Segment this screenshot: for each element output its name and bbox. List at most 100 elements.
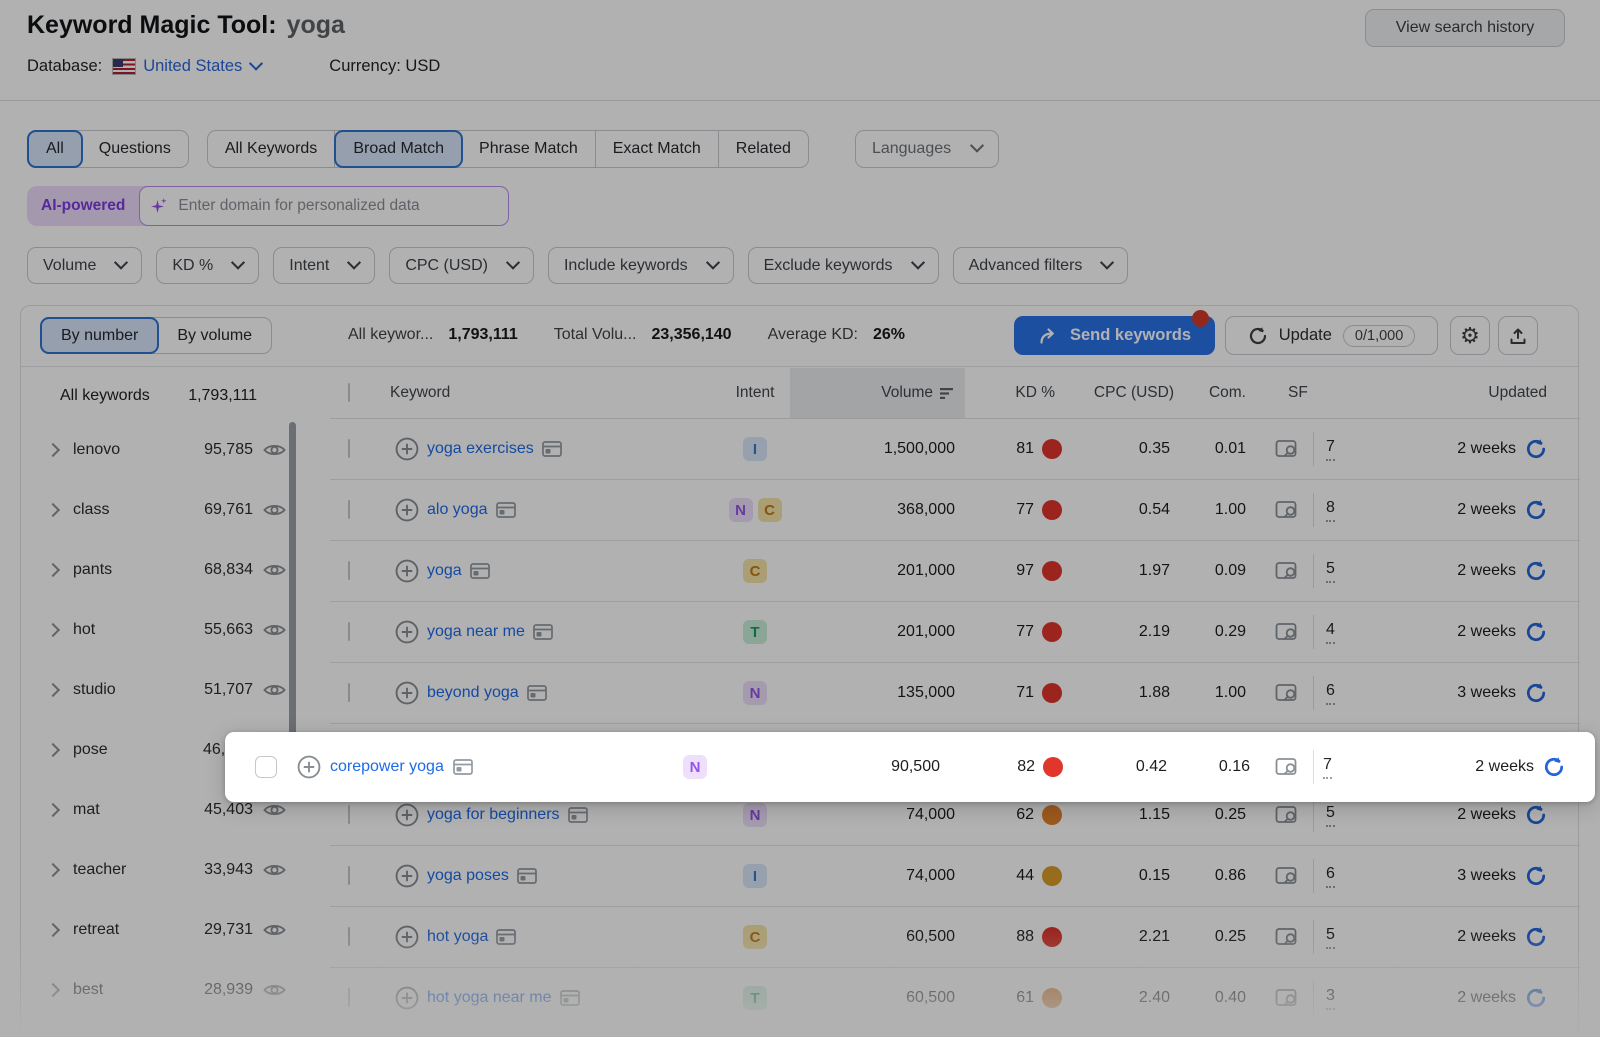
refresh-icon[interactable] [1525, 499, 1547, 521]
row-checkbox[interactable] [255, 756, 277, 778]
eye-icon[interactable] [263, 982, 286, 998]
serp-features-icon[interactable] [1275, 682, 1301, 704]
refresh-icon[interactable] [1525, 926, 1547, 948]
eye-icon[interactable] [263, 922, 286, 938]
tab-all[interactable]: All [27, 130, 83, 168]
refresh-icon[interactable] [1525, 682, 1547, 704]
keyword-link[interactable]: hot yoga [427, 928, 488, 946]
tab-phrase-match[interactable]: Phrase Match [462, 131, 596, 167]
add-keyword-icon[interactable] [395, 437, 419, 461]
keyword-card-icon[interactable] [470, 563, 490, 579]
row-checkbox[interactable] [348, 805, 350, 824]
keyword-link[interactable]: hot yoga near me [427, 989, 552, 1007]
tab-by-volume[interactable]: By volume [158, 318, 271, 353]
keyword-card-icon[interactable] [542, 441, 562, 457]
eye-icon[interactable] [263, 862, 286, 878]
keyword-link[interactable]: alo yoga [427, 501, 488, 519]
sidebar-group-best[interactable]: best 28,939 [20, 960, 300, 1020]
tab-questions[interactable]: Questions [82, 131, 188, 167]
refresh-icon[interactable] [1525, 438, 1547, 460]
sidebar-scrollbar-thumb[interactable] [289, 422, 296, 785]
table-row-beyond-yoga[interactable]: beyond yoga N 135,000 71 1.88 1.00 6 3 w… [330, 663, 1580, 724]
serp-features-icon[interactable] [1275, 987, 1301, 1009]
sidebar-group-class[interactable]: class 69,761 [20, 480, 300, 540]
refresh-icon[interactable] [1543, 756, 1565, 778]
sidebar-all-keywords[interactable]: All keywords 1,793,111 [20, 372, 300, 420]
keyword-link[interactable]: yoga exercises [427, 440, 534, 458]
keyword-link[interactable]: corepower yoga [330, 758, 444, 776]
add-keyword-icon[interactable] [395, 925, 419, 949]
row-checkbox[interactable] [348, 683, 350, 702]
serp-features-icon[interactable] [1275, 621, 1301, 643]
keyword-card-icon[interactable] [568, 807, 588, 823]
row-checkbox[interactable] [348, 866, 350, 885]
keyword-card-icon[interactable] [496, 502, 516, 518]
serp-features-icon[interactable] [1275, 804, 1301, 826]
select-all-checkbox[interactable] [348, 383, 350, 402]
keyword-link[interactable]: yoga poses [427, 867, 509, 885]
row-checkbox[interactable] [348, 988, 350, 1007]
column-header-volume[interactable]: Volume [790, 368, 965, 418]
sidebar-group-lenovo[interactable]: lenovo 95,785 [20, 420, 300, 480]
row-checkbox[interactable] [348, 500, 350, 519]
eye-icon[interactable] [263, 502, 286, 518]
add-keyword-icon[interactable] [395, 681, 419, 705]
eye-icon[interactable] [263, 682, 286, 698]
filter-volume[interactable]: Volume [27, 247, 142, 284]
keyword-link[interactable]: yoga [427, 562, 462, 580]
keyword-link[interactable]: beyond yoga [427, 684, 519, 702]
serp-features-icon[interactable] [1275, 560, 1301, 582]
tab-related[interactable]: Related [719, 131, 808, 167]
add-keyword-icon[interactable] [395, 498, 419, 522]
eye-icon[interactable] [263, 562, 286, 578]
add-keyword-icon[interactable] [395, 803, 419, 827]
add-keyword-icon[interactable] [297, 755, 321, 779]
add-keyword-icon[interactable] [395, 559, 419, 583]
keyword-card-icon[interactable] [517, 868, 537, 884]
keyword-link[interactable]: yoga near me [427, 623, 525, 641]
serp-features-icon[interactable] [1275, 926, 1301, 948]
add-keyword-icon[interactable] [395, 864, 419, 888]
refresh-icon[interactable] [1525, 804, 1547, 826]
view-search-history-button[interactable]: View search history [1365, 9, 1565, 47]
serp-features-icon[interactable] [1275, 732, 1301, 802]
filter-include-keywords[interactable]: Include keywords [548, 247, 734, 284]
keyword-card-icon[interactable] [453, 759, 473, 775]
serp-features-icon[interactable] [1275, 499, 1301, 521]
languages-dropdown[interactable]: Languages [855, 130, 999, 168]
filter-cpc-usd[interactable]: CPC (USD) [389, 247, 534, 284]
filter-advanced-filters[interactable]: Advanced filters [953, 247, 1129, 284]
table-row-hot-yoga[interactable]: hot yoga C 60,500 88 2.21 0.25 5 2 weeks [330, 907, 1580, 968]
refresh-icon[interactable] [1525, 987, 1547, 1009]
sidebar-group-pants[interactable]: pants 68,834 [20, 540, 300, 600]
refresh-icon[interactable] [1525, 621, 1547, 643]
tab-all-keywords[interactable]: All Keywords [208, 131, 335, 167]
row-checkbox[interactable] [348, 561, 350, 580]
refresh-icon[interactable] [1525, 865, 1547, 887]
keyword-card-icon[interactable] [496, 929, 516, 945]
keyword-card-icon[interactable] [527, 685, 547, 701]
keyword-card-icon[interactable] [533, 624, 553, 640]
add-keyword-icon[interactable] [395, 620, 419, 644]
sidebar-group-hot[interactable]: hot 55,663 [20, 600, 300, 660]
tab-exact-match[interactable]: Exact Match [596, 131, 719, 167]
serp-features-icon[interactable] [1275, 865, 1301, 887]
highlighted-row-corepower-yoga[interactable]: corepower yoga N 90,500 82 0.42 0.16 7 2… [225, 732, 1595, 802]
table-row-yoga[interactable]: yoga C 201,000 97 1.97 0.09 5 2 weeks [330, 541, 1580, 602]
eye-icon[interactable] [263, 442, 286, 458]
row-checkbox[interactable] [348, 927, 350, 946]
eye-icon[interactable] [263, 622, 286, 638]
keyword-link[interactable]: yoga for beginners [427, 806, 560, 824]
send-keywords-button[interactable]: Send keywords [1014, 316, 1215, 355]
database-selector[interactable]: United States [143, 57, 261, 76]
sidebar-group-teacher[interactable]: teacher 33,943 [20, 840, 300, 900]
tab-by-number[interactable]: By number [40, 317, 159, 354]
row-checkbox[interactable] [348, 439, 350, 458]
add-keyword-icon[interactable] [395, 986, 419, 1010]
export-button[interactable] [1498, 316, 1538, 355]
sidebar-group-retreat[interactable]: retreat 29,731 [20, 900, 300, 960]
table-row-yoga-poses[interactable]: yoga poses I 74,000 44 0.15 0.86 6 3 wee… [330, 846, 1580, 907]
update-button[interactable]: Update 0/1,000 [1225, 316, 1438, 355]
filter-intent[interactable]: Intent [273, 247, 375, 284]
tab-broad-match[interactable]: Broad Match [334, 130, 463, 168]
